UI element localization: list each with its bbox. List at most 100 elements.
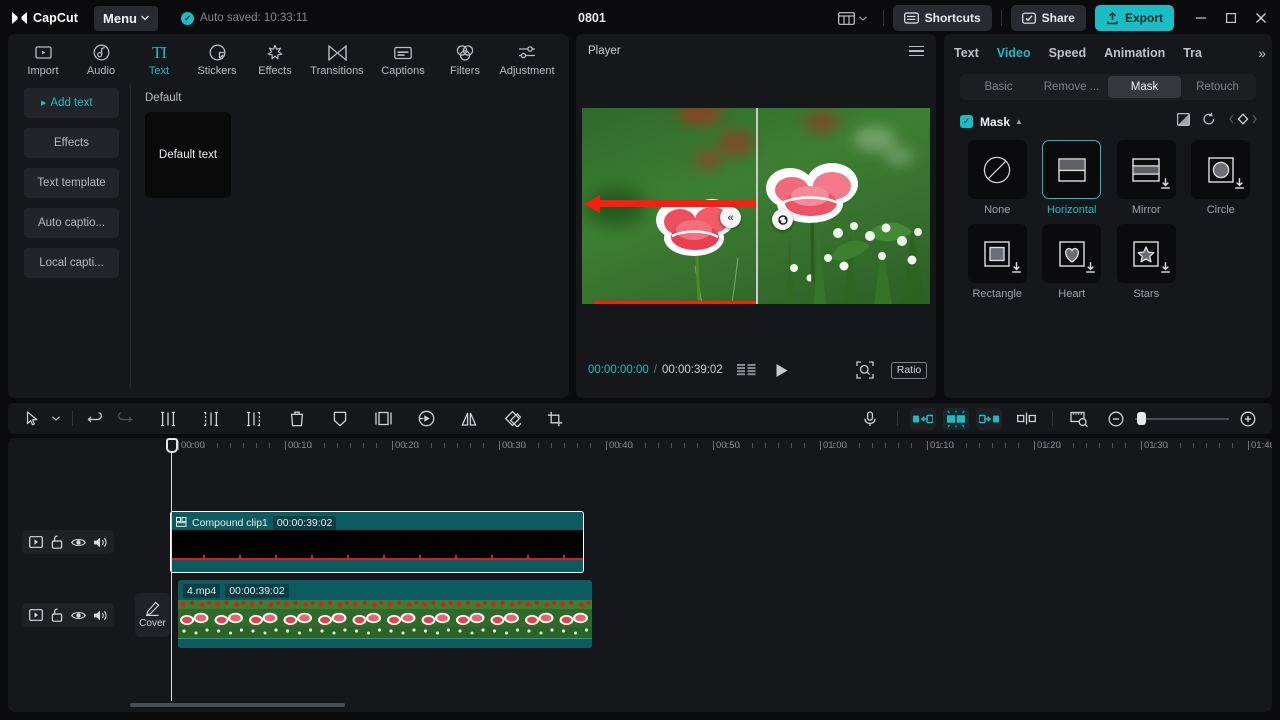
volume-icon[interactable] (92, 607, 109, 624)
zoom-out-icon[interactable] (1101, 407, 1131, 431)
ratio-button[interactable]: Ratio (890, 361, 928, 379)
sidebar-item-effects[interactable]: Effects (24, 128, 119, 158)
volume-icon[interactable] (92, 534, 109, 551)
eye-icon[interactable] (70, 607, 87, 624)
mask-option-stars[interactable]: Stars (1109, 224, 1184, 300)
tab-text[interactable]: TI Text (130, 39, 188, 78)
crop-frame-icon[interactable] (368, 407, 398, 431)
cover-button[interactable]: Cover (135, 593, 170, 637)
chevron-double-right-icon[interactable]: » (1258, 45, 1266, 61)
eye-icon[interactable] (70, 534, 87, 551)
zoom-slider[interactable] (1135, 412, 1229, 426)
menu-button[interactable]: Menu (94, 5, 158, 31)
select-mode-dropdown[interactable] (47, 407, 65, 431)
frames-icon[interactable] (736, 363, 756, 377)
zoom-in-icon[interactable] (1233, 407, 1263, 431)
speed-icon[interactable] (411, 407, 441, 431)
adjust-right-icon[interactable] (976, 407, 1002, 430)
tab-audio[interactable]: Audio (72, 39, 130, 77)
layout-button[interactable] (831, 8, 874, 29)
timeline-scrollbar[interactable] (130, 703, 345, 707)
subtab-retouch[interactable]: Retouch (1181, 76, 1254, 98)
zoom-fit-button[interactable] (856, 361, 874, 379)
reset-icon[interactable] (1202, 112, 1216, 131)
lock-icon[interactable] (49, 607, 66, 624)
mask-option-circle[interactable]: Circle (1184, 140, 1259, 216)
tab-stickers[interactable]: Stickers (188, 39, 246, 77)
clip-compound-clip1[interactable]: Compound clip1 00:00:39:02 (170, 511, 584, 573)
tab-adjustment[interactable]: Adjustment (494, 39, 560, 77)
sidebar-item-add-text[interactable]: ▶ Add text (24, 88, 119, 118)
video-canvas[interactable]: « (582, 108, 930, 304)
default-text-card[interactable]: Default text (145, 112, 231, 198)
subtab-remove-bg[interactable]: Remove ... (1035, 76, 1108, 98)
mask-option-none[interactable]: None (960, 140, 1035, 216)
mirror-flip-icon[interactable] (454, 407, 484, 431)
collapse-handle-icon[interactable]: « (720, 207, 741, 228)
chevron-up-icon[interactable]: ▲ (1015, 117, 1023, 126)
tab-transitions[interactable]: Transitions (304, 39, 370, 77)
trim-end-icon[interactable] (239, 407, 269, 431)
hamburger-icon[interactable] (909, 45, 924, 57)
rotate-handle-icon[interactable] (772, 209, 793, 230)
export-button[interactable]: Export (1094, 5, 1174, 31)
clip-preview-icon[interactable] (27, 534, 44, 551)
delete-icon[interactable] (282, 407, 312, 431)
tab-video[interactable]: Video (997, 46, 1031, 60)
sidebar-item-local-captions[interactable]: Local capti... (24, 248, 119, 278)
maximize-icon (1226, 13, 1237, 24)
mask-option-horizontal[interactable]: Horizontal (1035, 140, 1110, 216)
redo-icon[interactable] (110, 407, 140, 431)
clip-4mp4[interactable]: 4.mp4 00:00:39:02 (178, 580, 592, 648)
timeline-ruler[interactable]: 00:00 00:10 00:20 00:30 00:40 00:50 01:0… (8, 438, 1272, 460)
playhead[interactable] (165, 438, 178, 701)
tab-import[interactable]: Import (14, 39, 72, 77)
sidebar-item-auto-captions[interactable]: Auto captio... (24, 208, 119, 238)
play-button[interactable] (775, 363, 789, 378)
trim-start-icon[interactable] (196, 407, 226, 431)
microphone-icon[interactable] (855, 407, 885, 431)
playhead-knob[interactable] (165, 438, 178, 453)
mask-option-heart[interactable]: Heart (1035, 224, 1110, 300)
shortcuts-button[interactable]: Shortcuts (892, 5, 992, 31)
tab-captions[interactable]: Captions (370, 39, 436, 77)
select-arrow-icon[interactable] (17, 407, 47, 431)
capcut-logo-icon (11, 11, 28, 25)
tab-label: Text (148, 65, 170, 77)
mask-label: Circle (1206, 204, 1235, 216)
timeline-panel[interactable]: 00:00 00:10 00:20 00:30 00:40 00:50 01:0… (8, 438, 1272, 712)
tab-text[interactable]: Text (954, 46, 979, 60)
sidebar-item-text-template[interactable]: Text template (24, 168, 119, 198)
mask-enable-checkbox[interactable]: ✓ (960, 115, 973, 128)
share-button[interactable]: Share (1010, 5, 1086, 31)
minimize-button[interactable] (1186, 3, 1216, 33)
adjust-left-icon[interactable] (910, 407, 936, 430)
rotate-icon[interactable] (497, 407, 527, 431)
mask-option-mirror[interactable]: Mirror (1109, 140, 1184, 216)
share-label: Share (1041, 11, 1075, 25)
subtab-mask[interactable]: Mask (1108, 76, 1181, 98)
preview-render-icon[interactable] (1064, 407, 1094, 431)
tab-animation[interactable]: Animation (1104, 46, 1165, 60)
mask-split-line[interactable] (756, 108, 758, 304)
invert-mask-icon[interactable] (1177, 112, 1191, 131)
tab-effects[interactable]: Effects (246, 39, 304, 77)
keyframe-diamond-icon[interactable] (1228, 112, 1258, 131)
undo-icon[interactable] (80, 407, 110, 431)
tab-tracking[interactable]: Tra (1183, 46, 1205, 60)
tab-speed[interactable]: Speed (1049, 46, 1087, 60)
align-icon[interactable] (1011, 407, 1041, 431)
freeze-icon[interactable] (325, 407, 355, 431)
maximize-button[interactable] (1216, 3, 1246, 33)
adjust-center-icon[interactable] (943, 407, 969, 430)
mask-option-rectangle[interactable]: Rectangle (960, 224, 1035, 300)
slider-knob[interactable] (1137, 412, 1146, 425)
close-button[interactable] (1246, 3, 1276, 33)
tab-filters[interactable]: Filters (436, 39, 494, 77)
crop-icon[interactable] (540, 407, 570, 431)
split-icon[interactable] (153, 407, 183, 431)
ruler-label: 00:30 (502, 440, 526, 451)
subtab-basic[interactable]: Basic (962, 76, 1035, 98)
clip-preview-icon[interactable] (27, 607, 44, 624)
lock-icon[interactable] (49, 534, 66, 551)
